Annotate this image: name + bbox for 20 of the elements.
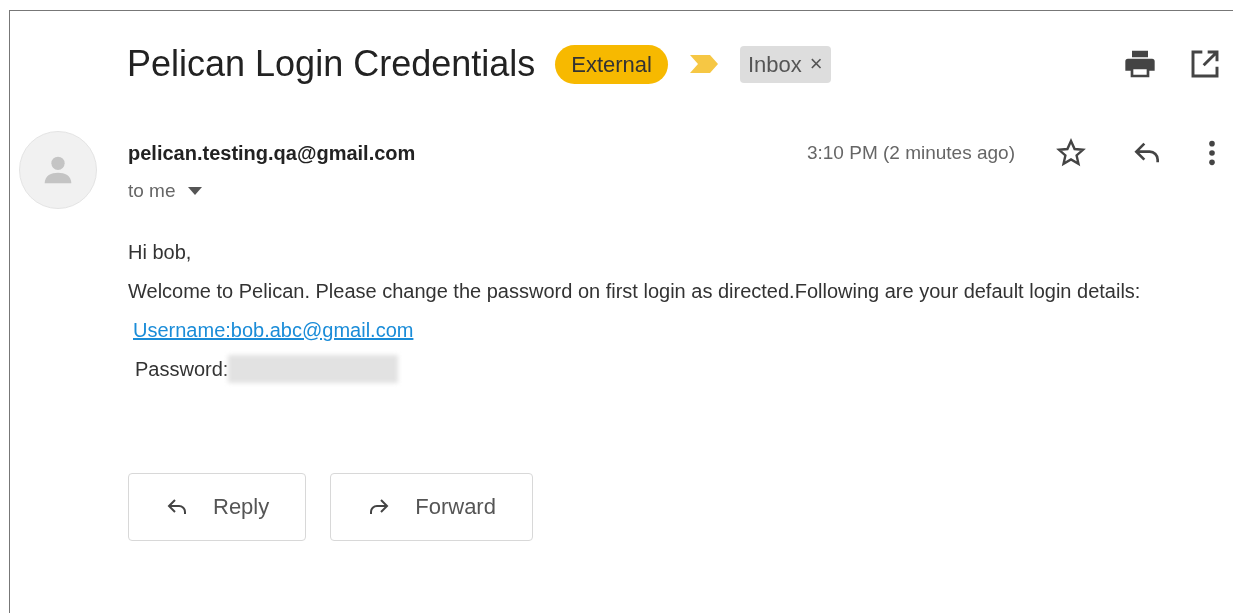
dropdown-caret-icon[interactable] bbox=[187, 187, 202, 196]
forward-button[interactable]: Forward bbox=[330, 472, 533, 541]
remove-label-button[interactable]: × bbox=[809, 53, 823, 75]
username-link[interactable]: Username:bob.abc@gmail.com bbox=[133, 318, 414, 341]
email-subject: Pelican Login Credentials bbox=[127, 42, 536, 86]
more-options-icon[interactable] bbox=[1207, 139, 1217, 167]
importance-marker-icon[interactable] bbox=[688, 53, 720, 75]
password-label: Password: bbox=[135, 356, 229, 382]
sender-email: pelican.testing.qa@gmail.com bbox=[128, 141, 416, 166]
print-icon[interactable] bbox=[1123, 48, 1157, 80]
body-paragraph: Welcome to Pelican. Please change the password on first login as directed.Following are your default login details: bbox=[128, 278, 1142, 304]
person-icon bbox=[42, 154, 74, 186]
greeting-text: Hi bob, bbox=[128, 239, 193, 265]
timestamp: 3:10 PM (2 minutes ago) bbox=[806, 140, 1015, 165]
star-icon[interactable] bbox=[1055, 137, 1087, 169]
recipient-text: to me bbox=[128, 179, 176, 203]
label-text: Inbox bbox=[748, 50, 802, 79]
external-label: External bbox=[555, 44, 668, 84]
open-in-new-window-icon[interactable] bbox=[1189, 48, 1221, 80]
reply-button[interactable]: Reply bbox=[128, 472, 307, 541]
